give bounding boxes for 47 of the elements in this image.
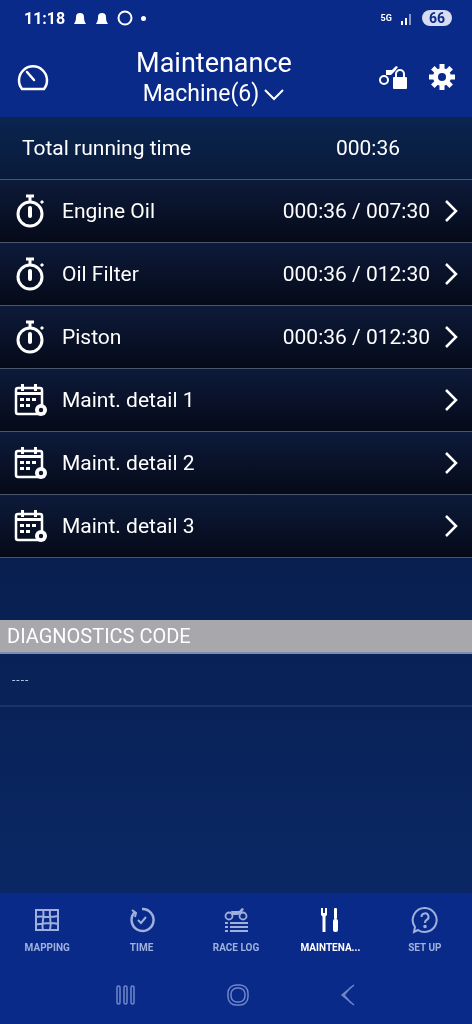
maintenance-item[interactable]: Maint. detail 1 (0, 369, 472, 432)
clock-icon (127, 905, 156, 934)
calendar-gear-icon (14, 445, 48, 481)
recent-apps-icon[interactable] (114, 983, 137, 1006)
item-label: Piston (62, 325, 123, 349)
maintenance-item[interactable]: Maint. detail 2 (0, 432, 472, 495)
item-label: Maint. detail 2 (62, 451, 196, 475)
diagnostics-value: ---- (12, 672, 30, 687)
calendar-gear-icon (14, 382, 48, 418)
maintenance-item[interactable]: Engine Oil 000:36 / 007:30 (0, 180, 472, 243)
nav-tab[interactable]: TIME (94, 893, 189, 965)
chevron-right-icon (444, 514, 458, 538)
chevron-right-icon (444, 325, 458, 349)
chevron-right-icon (444, 199, 458, 223)
maintenance-item[interactable]: Maint. detail 3 (0, 495, 472, 558)
item-label: Engine Oil (62, 199, 157, 223)
item-label: Maint. detail 1 (62, 388, 196, 412)
settings-icon[interactable] (428, 62, 456, 91)
home-icon[interactable] (226, 982, 250, 1007)
nav-tab[interactable]: RACE LOG (188, 893, 284, 965)
maintenance-item[interactable]: Piston 000:36 / 012:30 (0, 306, 472, 369)
chevron-right-icon (444, 451, 458, 475)
signal-icon (399, 11, 414, 25)
chevron-right-icon (444, 262, 458, 286)
motorcycle-list-icon (222, 905, 250, 934)
network-type: 5G (380, 13, 392, 23)
item-label: Oil Filter (62, 262, 140, 286)
calendar-gear-icon (14, 508, 48, 544)
item-time: 000:36 / 007:30 (282, 199, 430, 223)
total-value: 000:36 (335, 136, 400, 160)
clock-time: 11:18 (24, 8, 66, 28)
total-label: Total running time (22, 136, 193, 160)
section-header: DIAGNOSTICS CODE (0, 620, 472, 654)
item-time: 000:36 / 012:30 (282, 262, 430, 286)
help-icon (410, 905, 439, 934)
battery-level: 66 (421, 10, 452, 26)
chevron-down-icon (263, 86, 286, 101)
nav-tab[interactable]: SET UP (377, 893, 472, 965)
screen-title: Maintenance (136, 46, 292, 80)
nav-tab[interactable]: MAINTENA... (283, 893, 378, 965)
nav-tab[interactable]: MAPPING (0, 893, 95, 965)
maintenance-item[interactable]: Oil Filter 000:36 / 012:30 (0, 243, 472, 306)
item-label: Maint. detail 3 (62, 514, 196, 538)
machine-dropdown[interactable]: Machine(6) (142, 80, 286, 107)
item-time: 000:36 / 012:30 (282, 325, 430, 349)
chevron-right-icon (444, 388, 458, 412)
dot-icon (141, 15, 147, 21)
